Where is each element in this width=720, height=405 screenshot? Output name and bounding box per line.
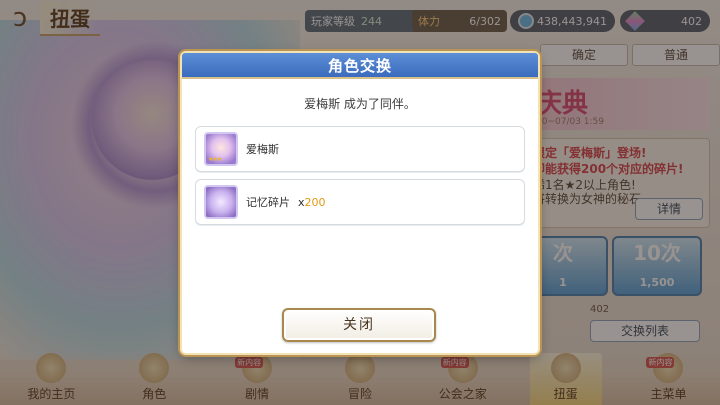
reward-quantity: x200 — [298, 195, 326, 209]
reward-name: 爱梅斯 — [246, 143, 279, 156]
rarity-stars-icon: ★★★ — [208, 156, 222, 163]
reward-name: 记忆碎片 — [246, 196, 290, 209]
reward-row-memory-shards: 记忆碎片 x200 — [195, 179, 525, 225]
character-portrait-icon: ★★★ — [204, 132, 238, 166]
close-button[interactable]: 关闭 — [282, 308, 436, 342]
dialog-message: 爱梅斯 成为了同伴。 — [304, 97, 416, 111]
dialog-title: 角色交换 — [182, 53, 538, 79]
reward-row-character: ★★★ 爱梅斯 — [195, 126, 525, 172]
memory-shard-icon — [204, 185, 238, 219]
character-exchange-dialog: 角色交换 爱梅斯 成为了同伴。 ★★★ 爱梅斯 记忆碎片 x200 关闭 — [182, 53, 538, 353]
